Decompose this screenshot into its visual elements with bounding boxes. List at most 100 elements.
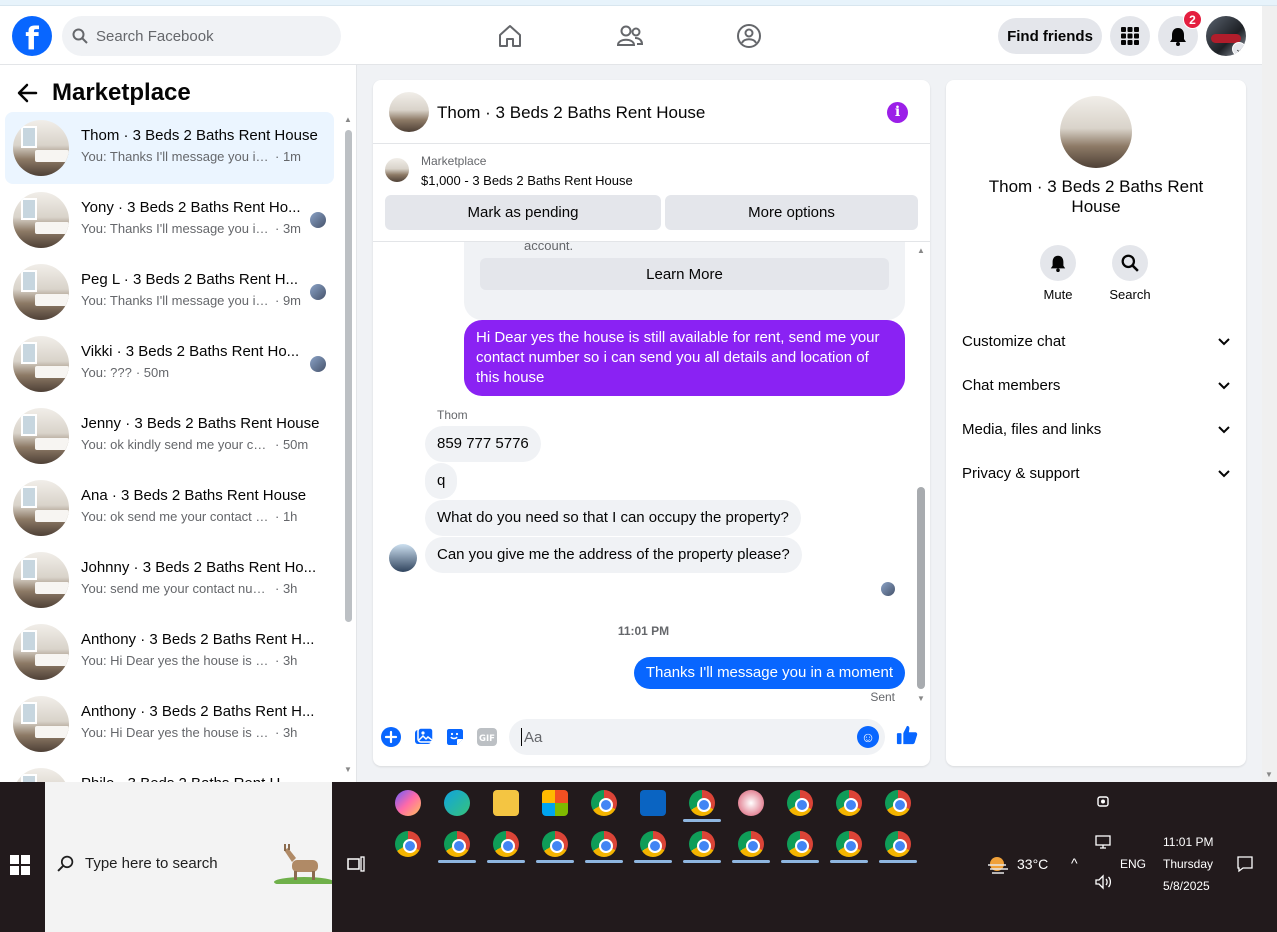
listing-thumbnail bbox=[13, 192, 69, 248]
volume-icon[interactable] bbox=[1094, 874, 1112, 893]
privacy-support-row[interactable]: Privacy & support bbox=[962, 453, 1230, 493]
chrome-profile-icon[interactable] bbox=[640, 831, 666, 857]
chat-avatar[interactable] bbox=[389, 92, 429, 132]
page-scrollbar[interactable]: ▼ bbox=[1262, 6, 1277, 782]
conversation-item[interactable]: Anthony · 3 Beds 2 Baths Rent H... You: H… bbox=[5, 616, 334, 688]
task-view-icon[interactable] bbox=[346, 854, 366, 874]
clock-day[interactable]: Thursday bbox=[1163, 857, 1213, 871]
contact-avatar[interactable] bbox=[1060, 96, 1132, 168]
customize-chat-row[interactable]: Customize chat bbox=[962, 321, 1230, 361]
preview-text: You: ??? bbox=[81, 365, 132, 380]
find-friends-button[interactable]: Find friends bbox=[998, 18, 1102, 54]
microsoft-store-icon[interactable] bbox=[542, 790, 568, 816]
copilot-icon[interactable] bbox=[395, 790, 421, 816]
marketplace-label: Marketplace bbox=[421, 154, 487, 168]
chrome-profile-icon[interactable] bbox=[542, 831, 568, 857]
search-button[interactable]: Search bbox=[1100, 245, 1160, 302]
conversation-item[interactable]: Vikki · 3 Beds 2 Baths Rent Ho... You: ??… bbox=[5, 328, 334, 400]
back-arrow-icon[interactable] bbox=[16, 82, 38, 104]
conversation-item[interactable]: Yony · 3 Beds 2 Baths Rent Ho... You: Tha… bbox=[5, 184, 334, 256]
preview-time: · 1h bbox=[275, 509, 298, 524]
facebook-logo-icon[interactable]: f bbox=[12, 16, 52, 56]
windows-start-icon[interactable] bbox=[10, 855, 30, 875]
mute-button[interactable]: Mute bbox=[1028, 245, 1088, 302]
conversation-item[interactable]: Anthony · 3 Beds 2 Baths Rent H... You: H… bbox=[5, 688, 334, 760]
network-icon[interactable] bbox=[1094, 834, 1112, 853]
active-app-indicator bbox=[781, 860, 819, 863]
conversation-title: Vikki · 3 Beds 2 Baths Rent Ho... bbox=[81, 343, 300, 360]
chrome-icon[interactable] bbox=[885, 790, 911, 816]
conversation-scrollbar[interactable]: ▲ ▼ bbox=[342, 115, 355, 775]
chrome-icon[interactable] bbox=[787, 790, 813, 816]
photo-icon[interactable] bbox=[413, 726, 435, 748]
more-options-button[interactable]: More options bbox=[665, 195, 918, 230]
chrome-profile-icon[interactable] bbox=[885, 831, 911, 857]
menu-button[interactable] bbox=[1110, 16, 1150, 56]
clock-time[interactable]: 11:01 PM bbox=[1163, 835, 1213, 849]
message-input[interactable]: Aa bbox=[509, 719, 885, 755]
search-input[interactable]: Search Facebook bbox=[96, 28, 214, 45]
profile-avatar[interactable]: ⌄ bbox=[1206, 16, 1246, 56]
thread-scrollbar[interactable]: ▲ ▼ bbox=[914, 242, 928, 712]
chat-members-row[interactable]: Chat members bbox=[962, 365, 1230, 405]
contact-name[interactable]: Thom · 3 Beds 2 Baths Rent House bbox=[966, 177, 1226, 217]
chrome-icon[interactable] bbox=[689, 790, 715, 816]
home-icon[interactable] bbox=[495, 21, 525, 51]
taskbar-search-input[interactable]: Type here to search bbox=[85, 855, 218, 872]
language-indicator[interactable]: ENG bbox=[1120, 857, 1146, 871]
media-files-links-row[interactable]: Media, files and links bbox=[962, 409, 1230, 449]
chrome-profile-icon[interactable] bbox=[444, 831, 470, 857]
clock-date[interactable]: 5/8/2025 bbox=[1163, 879, 1210, 893]
conversation-item[interactable]: Thom · 3 Beds 2 Baths Rent House You: Tha… bbox=[5, 112, 334, 184]
chrome-icon[interactable] bbox=[591, 790, 617, 816]
bell-icon bbox=[1050, 255, 1066, 272]
friends-icon[interactable] bbox=[615, 21, 645, 51]
edge-icon[interactable] bbox=[444, 790, 470, 816]
chrome-profile-icon[interactable] bbox=[836, 831, 862, 857]
conversation-item[interactable]: Johnny · 3 Beds 2 Baths Rent Ho... You: s… bbox=[5, 544, 334, 616]
conversation-item[interactable]: Philo · 3 Beds 2 Baths Rent H... bbox=[5, 760, 334, 782]
emoji-icon[interactable]: ☺ bbox=[857, 726, 879, 748]
file-explorer-icon[interactable] bbox=[493, 790, 519, 816]
conversation-item[interactable]: Jenny · 3 Beds 2 Baths Rent House You: ok… bbox=[5, 400, 334, 472]
mark-as-pending-button[interactable]: Mark as pending bbox=[385, 195, 661, 230]
preview-text: You: Thanks I'll message you in ... bbox=[81, 221, 271, 236]
listing-price[interactable]: $1,000 - 3 Beds 2 Baths Rent House bbox=[421, 173, 633, 188]
groups-icon[interactable] bbox=[734, 21, 764, 51]
paint-icon[interactable] bbox=[738, 790, 764, 816]
conversation-item[interactable]: Ana · 3 Beds 2 Baths Rent House You: ok s… bbox=[5, 472, 334, 544]
sender-avatar[interactable] bbox=[389, 544, 417, 572]
chrome-profile-icon[interactable] bbox=[738, 831, 764, 857]
sticker-icon[interactable] bbox=[444, 726, 466, 748]
outlook-icon[interactable] bbox=[640, 790, 666, 816]
chrome-profile-icon[interactable] bbox=[493, 831, 519, 857]
conversation-preview: You: ok kindly send me your cont... · 50m bbox=[81, 437, 321, 452]
listing-thumbnail[interactable] bbox=[385, 158, 409, 182]
search-icon bbox=[72, 28, 88, 44]
chat-title[interactable]: Thom · 3 Beds 2 Baths Rent House bbox=[437, 103, 705, 123]
info-icon[interactable]: i bbox=[887, 102, 908, 123]
notification-center-icon[interactable] bbox=[1236, 855, 1254, 876]
conversation-item[interactable]: Peg L · 3 Beds 2 Baths Rent H... You: Tha… bbox=[5, 256, 334, 328]
conversation-preview: You: Thanks I'll message you in ... · 9m bbox=[81, 293, 321, 308]
chevron-up-icon[interactable]: ^ bbox=[1071, 855, 1078, 871]
conversation-title: Ana · 3 Beds 2 Baths Rent House bbox=[81, 487, 307, 504]
weather-temp[interactable]: 33°C bbox=[1017, 856, 1048, 872]
chrome-profile-icon[interactable] bbox=[591, 831, 617, 857]
taskbar-search[interactable]: Type here to search bbox=[45, 782, 332, 932]
card-text: account. bbox=[524, 242, 574, 253]
active-app-indicator bbox=[536, 860, 574, 863]
learn-more-button[interactable]: Learn More bbox=[480, 258, 889, 290]
meet-now-icon[interactable] bbox=[1096, 794, 1110, 811]
search-facebook[interactable]: Search Facebook bbox=[62, 16, 341, 56]
gif-icon[interactable]: GIF bbox=[476, 726, 498, 748]
thumbs-up-icon[interactable] bbox=[896, 724, 918, 746]
row-label: Privacy & support bbox=[962, 464, 1080, 482]
chrome-profile-icon[interactable] bbox=[787, 831, 813, 857]
preview-text: You: Thanks I'll message you in ... bbox=[81, 293, 271, 308]
plus-icon[interactable] bbox=[380, 726, 402, 748]
weather-icon[interactable] bbox=[986, 852, 1010, 879]
chrome-profile-icon[interactable] bbox=[395, 831, 421, 857]
chrome-icon[interactable] bbox=[836, 790, 862, 816]
chrome-profile-icon[interactable] bbox=[689, 831, 715, 857]
